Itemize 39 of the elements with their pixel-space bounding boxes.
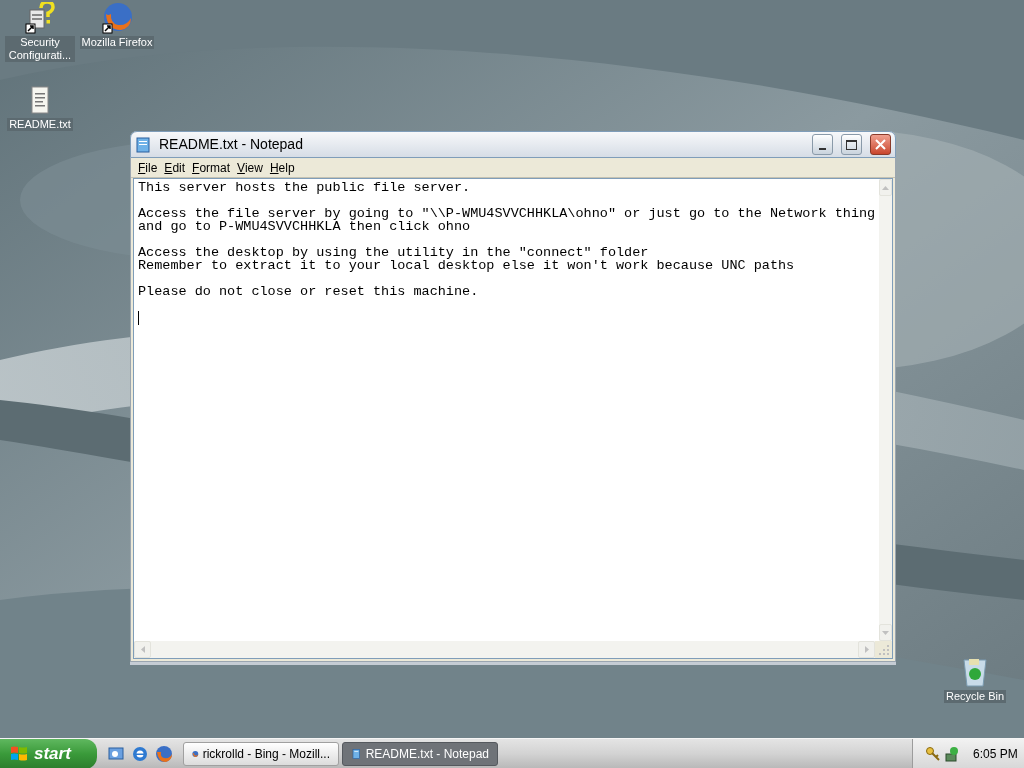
menu-item[interactable]: Format (189, 158, 234, 177)
taskbar-button[interactable]: README.txt - Notepad (342, 741, 498, 766)
network-tray-icon[interactable] (945, 745, 961, 762)
close-button[interactable] (870, 134, 891, 155)
key-tray-icon[interactable] (925, 745, 941, 762)
menu-item[interactable]: Edit (161, 158, 189, 177)
text-line: Remember to extract it to your local desktop else it won't work because UNC paths (138, 259, 796, 272)
desktop-icon-label[interactable]: Security Configurati... (5, 36, 75, 62)
text-line: This server hosts the public file server. (138, 181, 472, 194)
close-icon (875, 139, 886, 150)
menu-item[interactable]: File (135, 158, 161, 177)
clock: 6:05 PM (973, 745, 1018, 763)
desktop-icon-label[interactable]: Mozilla Firefox (79, 36, 155, 49)
firefox-icon[interactable] (155, 744, 173, 763)
text-line: Please do not close or reset this machine. (138, 285, 480, 298)
notepad-icon (135, 136, 151, 153)
down-arrow-icon (882, 630, 890, 635)
desktop-icon-label[interactable]: README.txt (7, 118, 73, 131)
text-line: and go to P-WMU4SVVCHHKLA then click ohno (138, 220, 472, 233)
text-line: Access the desktop by using the utility in the "connect" folder (138, 246, 650, 259)
firefox-icon (101, 2, 133, 34)
desktop-icon-label[interactable]: Recycle Bin (943, 690, 1007, 703)
up-arrow-icon (882, 185, 890, 190)
show-desktop-icon[interactable] (107, 744, 125, 763)
text-line: Access the file server by going to "\\P-WMU4SVVCHHKLA\ohno" or just go to the Network thing (138, 207, 876, 220)
text-cursor (138, 311, 139, 325)
windows-logo-icon (10, 744, 28, 763)
maximize-button[interactable] (841, 134, 862, 155)
browser-e-icon[interactable] (131, 744, 149, 763)
menu-item[interactable]: View (234, 158, 266, 177)
menu-item[interactable]: Help (266, 158, 298, 177)
right-arrow-icon (864, 646, 869, 653)
minimize-button[interactable] (812, 134, 833, 155)
window-title: README.txt - Notepad (159, 135, 304, 154)
taskbar-button[interactable]: rickrolld - Bing - Mozill... (183, 741, 339, 766)
resize-grip-icon[interactable] (875, 641, 892, 658)
help-file-icon (24, 2, 56, 34)
left-arrow-icon (140, 646, 145, 653)
start-button[interactable]: start (0, 738, 97, 768)
